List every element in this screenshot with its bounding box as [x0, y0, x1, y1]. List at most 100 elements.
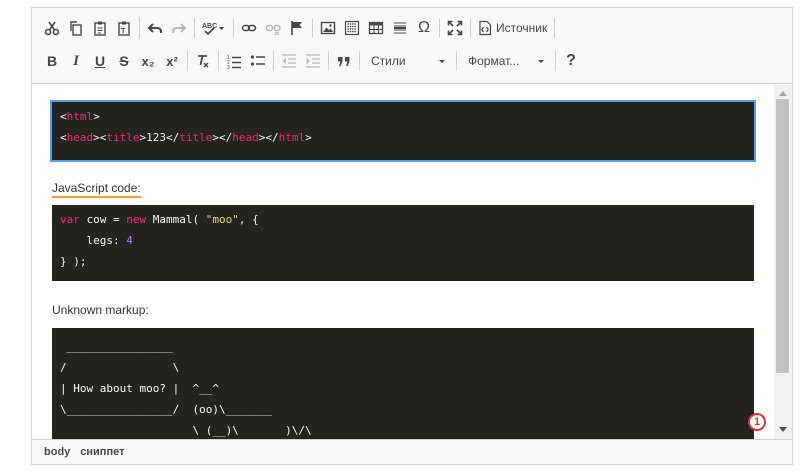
maximize-button[interactable] — [443, 14, 467, 42]
unlink-button[interactable] — [261, 14, 285, 42]
toolbar-separator — [273, 51, 274, 71]
code-tag: html — [66, 110, 94, 123]
subscript-button[interactable]: x₂ — [136, 47, 160, 75]
code-tag: html — [278, 131, 306, 144]
code-snippet-javascript[interactable]: var cow = new Mammal( "moo", { legs: 4} … — [52, 205, 754, 281]
format-dropdown-label: Формат... — [468, 54, 520, 68]
toolbar-row-2: B I U S x₂ x² 123 Стили Формат... ? — [40, 47, 583, 75]
toolbar: T ABC Ω Источник B I U S x₂ x² 1 2 3 Сти… — [32, 8, 792, 84]
undo-button[interactable] — [143, 14, 167, 42]
anchor-icon — [291, 21, 302, 35]
code-text: , { — [238, 213, 259, 226]
redo-button[interactable] — [167, 14, 191, 42]
svg-text:T: T — [121, 28, 126, 35]
link-button[interactable] — [237, 14, 261, 42]
bold-button[interactable]: B — [40, 47, 64, 75]
svg-text:ABC: ABC — [202, 23, 217, 30]
table-button[interactable] — [364, 14, 388, 42]
bold-icon: B — [46, 53, 58, 69]
cut-button[interactable] — [40, 14, 64, 42]
underline-icon: U — [94, 53, 106, 69]
code-snippet-unknown[interactable]: ________________ / \ | How about moo? | ^_… — [52, 328, 754, 439]
scroll-thumb[interactable] — [776, 99, 789, 373]
table-icon — [368, 21, 384, 35]
strikethrough-button[interactable]: S — [112, 47, 136, 75]
image-button[interactable] — [316, 14, 340, 42]
paste-text-button[interactable]: T — [112, 14, 136, 42]
strike-icon: S — [119, 53, 129, 69]
paste-text-icon: T — [118, 21, 130, 36]
code-snippet-html[interactable]: <html> <head><title>123</title></head></h… — [50, 100, 756, 162]
subscript-icon: x₂ — [141, 53, 155, 69]
chevron-down-icon — [439, 59, 445, 63]
code-text: >< — [93, 131, 107, 144]
remove-format-button[interactable] — [191, 47, 215, 75]
toolbar-separator — [554, 18, 556, 38]
codesnippet-button[interactable] — [340, 14, 364, 42]
copy-icon — [70, 21, 82, 36]
toolbar-row-1: T ABC Ω Источник — [40, 14, 558, 42]
toolbar-separator — [312, 18, 313, 38]
spellcheck-button[interactable]: ABC — [198, 14, 230, 42]
outdent-icon — [282, 54, 296, 68]
toolbar-separator — [456, 51, 457, 71]
copy-button[interactable] — [64, 14, 88, 42]
blockquote-button[interactable] — [332, 47, 356, 75]
toolbar-separator — [359, 51, 360, 71]
horizontal-line-icon — [394, 22, 406, 34]
special-char-button[interactable]: Ω — [412, 14, 436, 42]
styles-dropdown[interactable]: Стили — [365, 49, 451, 73]
superscript-button[interactable]: x² — [160, 47, 184, 75]
unlink-icon — [265, 24, 281, 36]
blockquote-icon — [338, 57, 350, 66]
toolbar-separator — [139, 18, 140, 38]
notification-badge[interactable]: 1 — [748, 413, 766, 431]
code-text: Mammal( — [146, 213, 206, 226]
italic-button[interactable]: I — [64, 47, 88, 75]
help-button[interactable]: ? — [559, 47, 583, 75]
redo-icon — [172, 23, 187, 33]
chevron-down-icon — [538, 59, 544, 63]
svg-text:3: 3 — [227, 65, 230, 69]
source-icon — [479, 20, 492, 36]
outdent-button[interactable] — [277, 47, 301, 75]
scroll-up-arrow-icon[interactable] — [779, 91, 787, 96]
vertical-scrollbar[interactable] — [774, 85, 792, 439]
source-button[interactable]: Источник — [474, 14, 551, 42]
paragraph-javascript-code[interactable]: JavaScript code: — [52, 181, 141, 198]
indent-button[interactable] — [301, 47, 325, 75]
numbered-list-button[interactable]: 123 — [222, 47, 246, 75]
code-keyword: new — [126, 213, 147, 226]
bulleted-list-button[interactable] — [246, 47, 270, 75]
code-tag: title — [106, 131, 140, 144]
paste-icon — [94, 21, 106, 36]
anchor-button[interactable] — [285, 14, 309, 42]
code-text: cow = — [79, 213, 127, 226]
underline-button[interactable]: U — [88, 47, 112, 75]
undo-icon — [147, 23, 162, 33]
code-tag: title — [179, 131, 213, 144]
link-icon — [241, 24, 257, 32]
path-item-body[interactable]: body — [44, 446, 70, 458]
editor-content[interactable]: <html> <head><title>123</title></head></h… — [32, 85, 774, 439]
toolbar-separator — [218, 51, 219, 71]
codesnippet-icon — [344, 20, 360, 36]
horizontal-line-button[interactable] — [388, 14, 412, 42]
code-line: <html> — [60, 106, 746, 127]
code-line: / \ — [60, 361, 180, 374]
paste-button[interactable] — [88, 14, 112, 42]
maximize-icon — [447, 20, 463, 36]
code-number: 4 — [126, 234, 133, 247]
code-text: < — [60, 110, 67, 123]
path-item-snippet[interactable]: сниппет — [80, 446, 124, 458]
remove-format-icon — [198, 55, 209, 68]
italic-icon: I — [73, 52, 79, 69]
toolbar-separator — [194, 18, 195, 38]
format-dropdown[interactable]: Формат... — [462, 49, 550, 73]
scroll-down-arrow-icon[interactable] — [779, 427, 787, 432]
numbered-list-icon: 123 — [227, 55, 241, 69]
toolbar-separator — [470, 18, 471, 38]
paragraph-unknown-markup[interactable]: Unknown markup: — [52, 303, 149, 317]
code-line: \________________/ (oo)\_______ — [60, 403, 272, 416]
rich-text-editor: T ABC Ω Источник B I U S x₂ x² 1 2 3 Сти… — [31, 7, 793, 465]
